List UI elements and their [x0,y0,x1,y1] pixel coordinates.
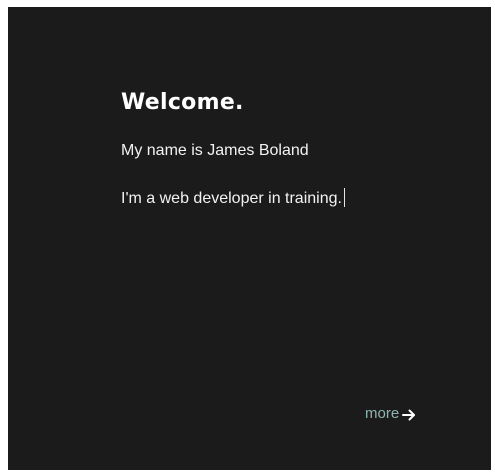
name-line: My name is James Boland [121,142,309,159]
arrow-right-icon [402,408,416,421]
role-line: I'm a web developer in training. [121,188,421,209]
welcome-heading: Welcome. [121,90,244,115]
intro-content: Welcome. My name is James Boland I'm a w… [121,89,421,209]
more-link-label: more [365,405,400,422]
more-link[interactable]: more [365,404,416,424]
role-line-text: I'm a web developer in training. [121,190,342,207]
text-cursor [343,188,345,207]
intro-panel: Welcome. My name is James Boland I'm a w… [8,7,491,470]
